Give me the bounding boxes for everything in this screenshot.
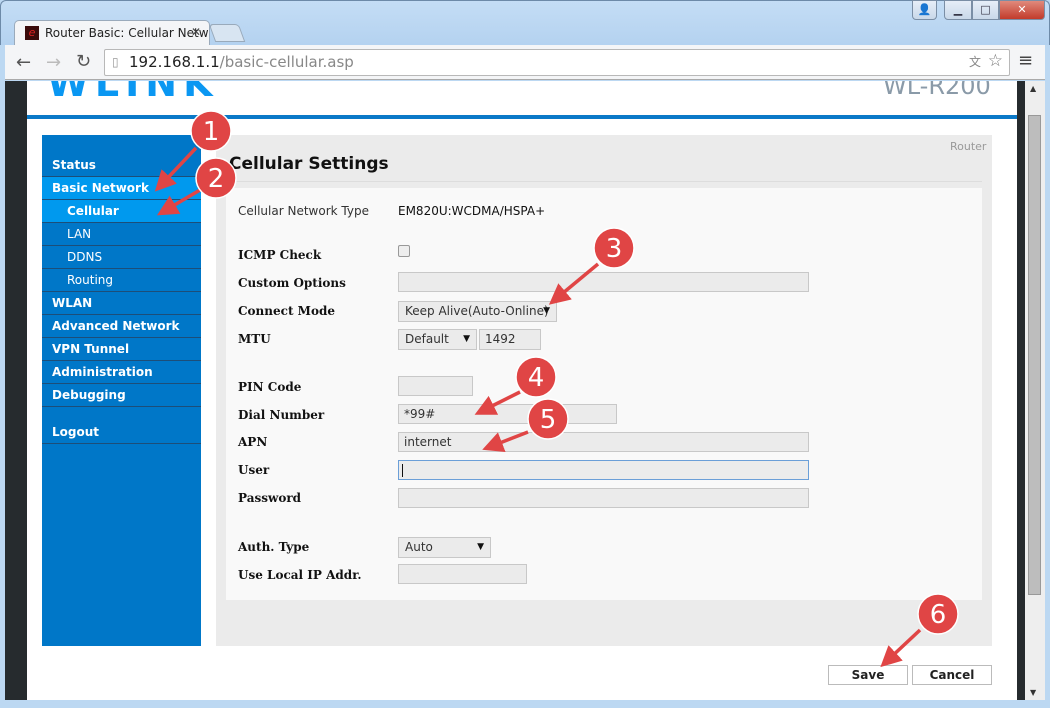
local-ip-input[interactable]	[398, 564, 527, 584]
header-divider	[27, 115, 1017, 119]
icmp-label: ICMP Check	[238, 248, 322, 262]
pin-input[interactable]	[398, 376, 473, 396]
save-button[interactable]: Save	[828, 665, 908, 685]
mtu-input[interactable]: 1492	[479, 329, 541, 350]
network-type-label: Cellular Network Type	[238, 204, 369, 218]
dial-number-label: Dial Number	[238, 408, 325, 422]
browser-tab[interactable]: e Router Basic: Cellular Netw ✕	[14, 20, 210, 46]
auth-type-label: Auth. Type	[238, 540, 310, 554]
cancel-button[interactable]: Cancel	[912, 665, 992, 685]
sidebar-item-ddns[interactable]: DDNS	[42, 246, 201, 269]
text-cursor	[402, 464, 403, 477]
reload-icon[interactable]: ↻	[76, 51, 91, 72]
url-host: 192.168.1.1	[129, 53, 220, 71]
dial-number-input[interactable]: *99#	[398, 404, 617, 424]
translate-icon[interactable]: 文	[969, 50, 981, 75]
scrollbar-thumb[interactable]	[1028, 115, 1041, 595]
user-label: User	[238, 463, 270, 477]
page-icon: ▯	[112, 55, 119, 69]
tab-title: Router Basic: Cellular Netw	[45, 26, 209, 40]
sidebar-item-logout[interactable]: Logout	[42, 421, 201, 444]
close-window-button[interactable]: ✕	[999, 0, 1045, 20]
user-input[interactable]	[398, 460, 809, 480]
password-label: Password	[238, 491, 302, 505]
mtu-mode-select[interactable]: Default ▼	[398, 329, 477, 350]
custom-options-input[interactable]	[398, 272, 809, 292]
connect-mode-value: Keep Alive(Auto-Online)	[405, 304, 549, 318]
local-ip-label: Use Local IP Addr.	[238, 568, 362, 582]
settings-form	[226, 188, 982, 600]
network-type-value: EM820U:WCDMA/HSPA+	[398, 204, 546, 218]
sidebar-item-debugging[interactable]: Debugging	[42, 384, 201, 407]
chevron-down-icon: ▼	[463, 334, 470, 344]
sidebar-item-status[interactable]: Status	[42, 154, 201, 177]
auth-type-value: Auto	[405, 540, 433, 554]
favicon-icon: e	[25, 26, 39, 40]
star-icon[interactable]: ☆	[988, 49, 1003, 74]
sidebar-item-lan[interactable]: LAN	[42, 223, 201, 246]
logo: WLINK	[27, 81, 327, 101]
mtu-label: MTU	[238, 332, 271, 346]
chevron-down-icon: ▼	[543, 306, 550, 316]
icmp-checkbox[interactable]	[398, 245, 410, 257]
sidebar-item-routing[interactable]: Routing	[42, 269, 201, 292]
new-tab-button[interactable]	[208, 24, 246, 42]
user-icon[interactable]: 👤	[912, 0, 937, 20]
minimize-button[interactable]: ▁	[944, 0, 972, 20]
password-input[interactable]	[398, 488, 809, 508]
sidebar-item-cellular[interactable]: Cellular	[42, 200, 201, 223]
sidebar-item-vpn-tunnel[interactable]: VPN Tunnel	[42, 338, 201, 361]
maximize-button[interactable]: □	[972, 0, 999, 20]
custom-options-label: Custom Options	[238, 276, 346, 290]
chevron-down-icon: ▼	[477, 542, 484, 552]
sidebar: Status Basic Network Cellular LAN DDNS R…	[42, 135, 201, 646]
sidebar-item-basic-network[interactable]: Basic Network	[42, 177, 201, 200]
close-tab-icon[interactable]: ✕	[191, 25, 201, 39]
url-path: /basic-cellular.asp	[219, 53, 354, 71]
apn-label: APN	[238, 435, 268, 449]
address-bar[interactable]: ▯ 192.168.1.1/basic-cellular.asp 文 ☆	[104, 49, 1010, 76]
auth-type-select[interactable]: Auto ▼	[398, 537, 491, 558]
sidebar-item-advanced-network[interactable]: Advanced Network	[42, 315, 201, 338]
connect-mode-select[interactable]: Keep Alive(Auto-Online) ▼	[398, 301, 557, 322]
forward-icon[interactable]: →	[46, 52, 61, 73]
apn-input[interactable]: internet	[398, 432, 809, 452]
menu-icon[interactable]: ≡	[1018, 50, 1033, 71]
breadcrumb: Router	[950, 140, 987, 153]
pin-label: PIN Code	[238, 380, 302, 394]
page-title: Cellular Settings	[229, 154, 389, 174]
title-divider	[226, 181, 982, 182]
connect-mode-label: Connect Mode	[238, 304, 335, 318]
model-name: WL-R200	[883, 81, 991, 100]
back-icon[interactable]: ←	[16, 52, 31, 73]
sidebar-item-wlan[interactable]: WLAN	[42, 292, 201, 315]
sidebar-item-administration[interactable]: Administration	[42, 361, 201, 384]
mtu-mode-value: Default	[405, 332, 449, 346]
